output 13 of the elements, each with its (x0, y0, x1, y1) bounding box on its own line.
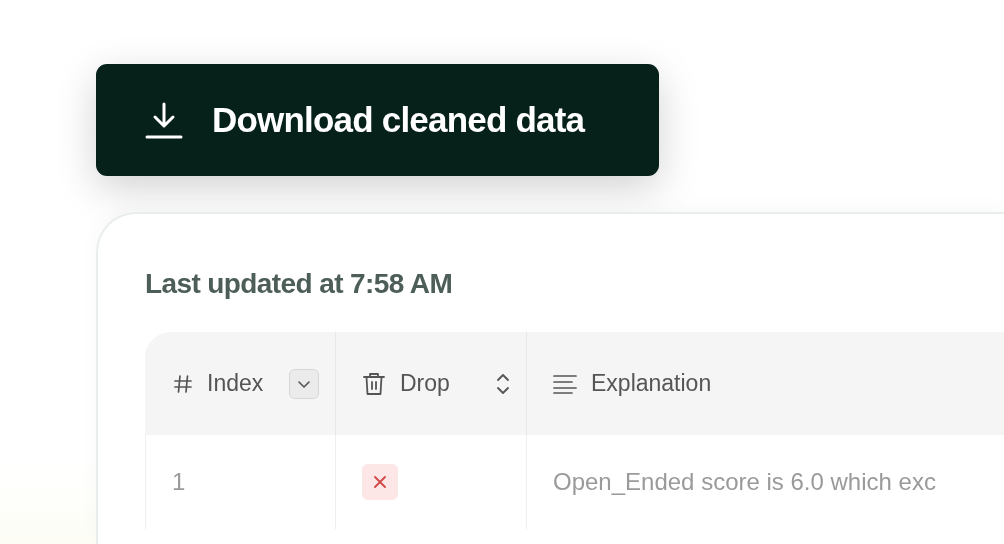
column-header[interactable]: Drop (335, 332, 526, 435)
sort-icon[interactable] (496, 371, 510, 396)
hash-icon (173, 373, 193, 394)
trash-icon (362, 370, 386, 397)
close-icon (374, 476, 386, 488)
chevron-down-icon (297, 378, 311, 389)
text-lines-icon (553, 373, 577, 394)
download-icon (144, 100, 184, 140)
sort-dropdown[interactable] (289, 368, 319, 399)
last-updated-text: Last updated at 7:58 AM (145, 268, 454, 300)
column-header[interactable]: Index (145, 332, 335, 435)
column-header[interactable]: Explanation (526, 332, 1004, 435)
download-button[interactable]: Download cleaned data (96, 64, 659, 176)
